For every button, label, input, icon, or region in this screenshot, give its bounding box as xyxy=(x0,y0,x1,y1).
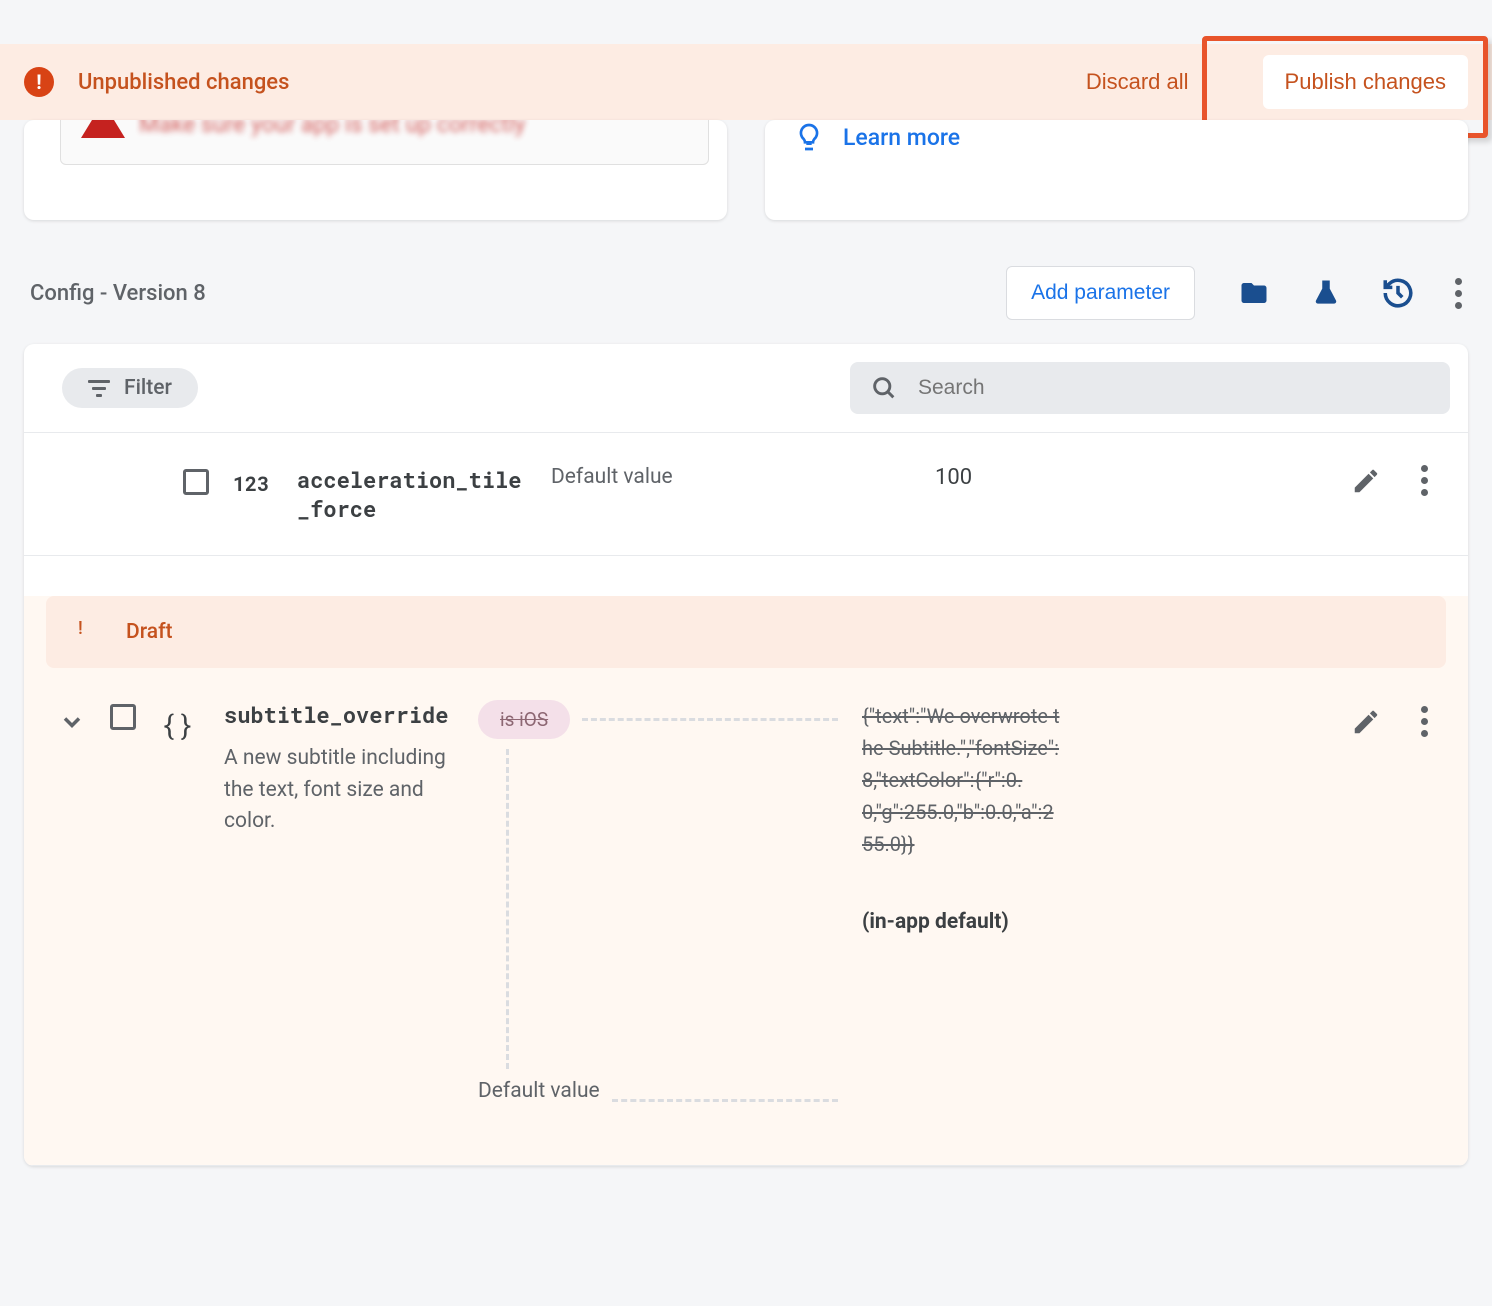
discard-all-button[interactable]: Discard all xyxy=(1086,69,1189,95)
toolbar-icons xyxy=(1237,276,1462,310)
search-icon xyxy=(870,374,898,402)
row-more-icon[interactable] xyxy=(1421,465,1428,496)
table-row: {} subtitle_override A new subtitle incl… xyxy=(24,668,1468,1135)
in-app-default: (in-app default) xyxy=(862,910,1062,934)
draft-banner: ! Draft xyxy=(46,596,1446,668)
alert-icon: ! xyxy=(24,67,54,97)
param-name: acceleration_tile_force xyxy=(297,465,527,523)
filter-chip[interactable]: Filter xyxy=(62,368,198,408)
dash-line xyxy=(582,718,838,721)
config-title: Config - Version 8 xyxy=(30,281,984,306)
history-icon[interactable] xyxy=(1381,276,1415,310)
folder-icon[interactable] xyxy=(1237,278,1271,308)
publish-changes-button[interactable]: Publish changes xyxy=(1263,55,1468,109)
table-row: 123 acceleration_tile_force Default valu… xyxy=(24,433,1468,556)
type-json-icon: {} xyxy=(160,706,200,743)
config-header: Config - Version 8 Add parameter xyxy=(0,220,1492,344)
cards-row: Make sure your app is set up correctly L… xyxy=(0,120,1492,220)
dash-line xyxy=(612,1099,838,1102)
param-description: A new subtitle including the text, font … xyxy=(224,743,454,838)
edit-icon[interactable] xyxy=(1351,707,1381,737)
draft-section: ! Draft {} subtitle_override A new subti… xyxy=(24,596,1468,1166)
param-value: 100 xyxy=(935,465,1135,490)
learn-card: Learn more xyxy=(765,120,1468,220)
filter-bar: Filter xyxy=(24,344,1468,433)
unpublished-banner: ! Unpublished changes Discard all Publis… xyxy=(0,44,1492,120)
flask-icon[interactable] xyxy=(1311,276,1341,310)
row-more-icon[interactable] xyxy=(1421,706,1428,737)
param-name: subtitle_override xyxy=(224,700,454,729)
row-checkbox[interactable] xyxy=(110,704,136,730)
default-label: Default value xyxy=(551,465,911,489)
edit-icon[interactable] xyxy=(1351,466,1381,496)
warning-triangle-icon xyxy=(81,120,125,138)
add-parameter-button[interactable]: Add parameter xyxy=(1006,266,1195,320)
alert-icon: ! xyxy=(78,618,106,646)
lightbulb-icon xyxy=(793,120,825,154)
parameters-card: Filter 123 acceleration_tile_force Defau… xyxy=(24,344,1468,1166)
param-value-strike: {"text":"We overwrote the Subtitle.","fo… xyxy=(862,700,1062,860)
filter-icon xyxy=(88,380,110,397)
chevron-down-icon[interactable] xyxy=(58,708,86,736)
banner-text: Unpublished changes xyxy=(78,70,1062,95)
condition-chip[interactable]: is iOS xyxy=(478,700,570,739)
type-number-icon: 123 xyxy=(233,471,273,497)
search-box[interactable] xyxy=(850,362,1450,414)
learn-more-link[interactable]: Learn more xyxy=(843,124,960,151)
setup-card: Make sure your app is set up correctly xyxy=(24,120,727,220)
setup-text: Make sure your app is set up correctly xyxy=(139,120,526,138)
row-checkbox[interactable] xyxy=(183,469,209,495)
search-input[interactable] xyxy=(918,376,1430,400)
default-label: Default value xyxy=(478,1079,600,1103)
draft-label: Draft xyxy=(126,620,173,644)
filter-label: Filter xyxy=(124,376,172,400)
vertical-dash xyxy=(506,749,838,1069)
setup-inner: Make sure your app is set up correctly xyxy=(60,120,709,165)
more-icon[interactable] xyxy=(1455,278,1462,309)
